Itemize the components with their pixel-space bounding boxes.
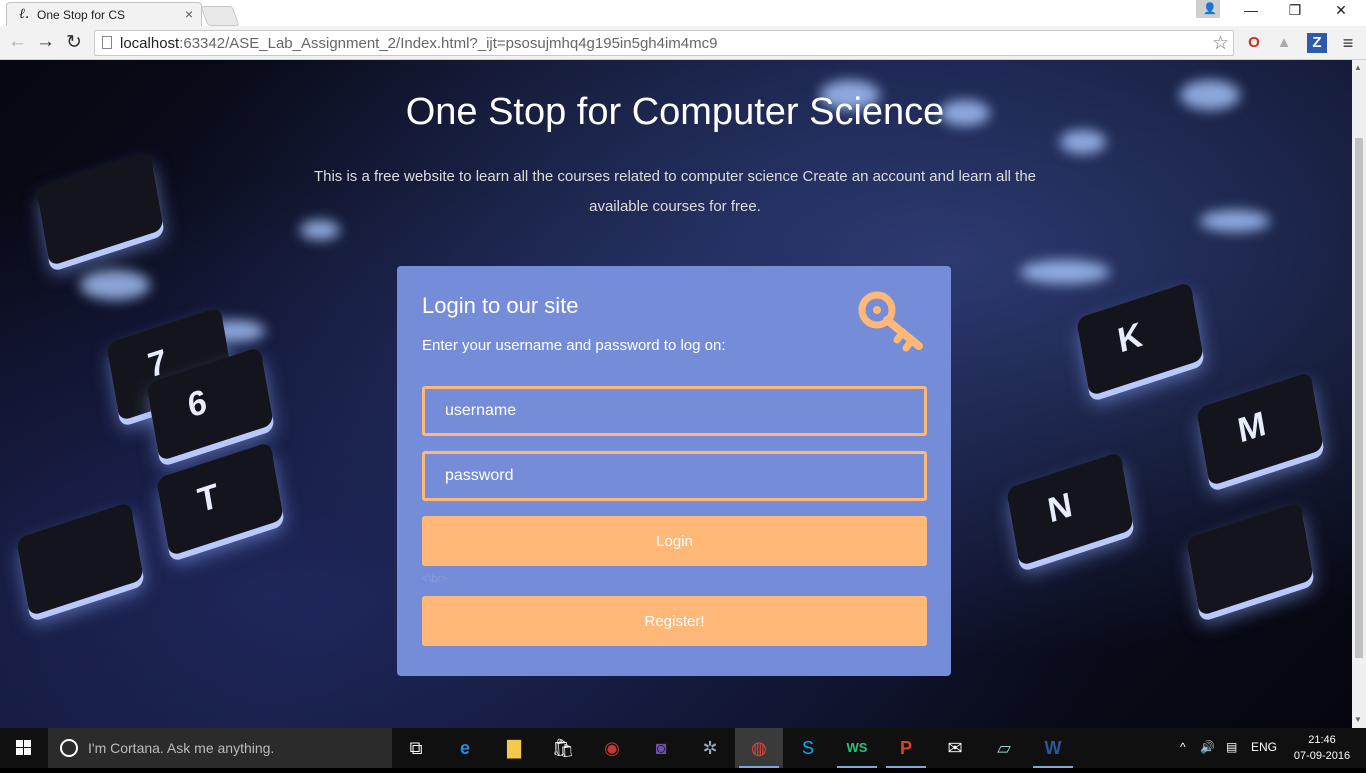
notification-icon[interactable]: ▤ [1226,740,1237,754]
login-title: Login to our site [422,293,579,318]
drive-extension-icon[interactable]: ▲ [1274,33,1294,53]
windows-logo-icon [16,740,31,755]
login-button[interactable]: Login [422,516,927,566]
opera-extension-icon[interactable]: O [1244,33,1264,53]
chrome-icon[interactable]: ◍ [735,728,783,768]
word-icon[interactable]: W [1029,728,1077,768]
edge-icon[interactable]: e [441,728,489,768]
key-label: 6 [185,382,210,426]
store-icon[interactable]: 🛍 [539,728,587,768]
favicon-icon: ℓ. [19,6,30,22]
reload-icon[interactable]: ↻ [66,31,82,54]
url-text[interactable]: localhost:63342/ASE_Lab_Assignment_2/Ind… [120,35,717,52]
back-arrow-icon[interactable]: ← [8,31,27,53]
menu-icon[interactable]: ≡ [1338,33,1358,53]
keyboard-key: N [1006,451,1134,567]
cortana-placeholder: I'm Cortana. Ask me anything. [88,740,275,756]
address-bar[interactable]: localhost:63342/ASE_Lab_Assignment_2/Ind… [94,30,1234,56]
keyboard-key [1186,501,1314,617]
key-label: K [1115,315,1146,361]
close-tab-icon[interactable]: × [185,6,193,22]
key-icon [858,291,923,352]
page-title: One Stop for Computer Science [405,91,945,133]
page-icon [102,36,112,49]
restore-button[interactable]: ❐ [1280,2,1310,22]
clock-time: 21:46 [1308,734,1336,746]
new-tab-button[interactable] [200,6,240,26]
app-compass-icon[interactable]: ◉ [588,728,636,768]
url-path: :63342/ASE_Lab_Assignment_2/Index.html?_… [179,35,718,52]
tray-chevron-icon[interactable]: ^ [1180,740,1186,754]
app-tree-icon[interactable]: ✲ [686,728,734,768]
skype-icon[interactable]: S [784,728,832,768]
cortana-icon [60,739,78,757]
login-panel: Login to our site Enter your username an… [397,266,951,676]
key-label: T [195,476,222,521]
clock-date: 07-09-2016 [1293,750,1351,762]
tab-one-stop[interactable]: ℓ. One Stop for CS × [6,2,202,26]
key-label: N [1045,485,1076,531]
clock[interactable]: 21:46 07-09-2016 [1290,732,1354,764]
keyboard-key: K [1076,281,1204,397]
scroll-thumb[interactable] [1355,138,1363,658]
powerpoint-icon[interactable]: P [882,728,930,768]
volume-icon[interactable]: 🔊 [1200,740,1215,754]
bookmark-star-icon[interactable]: ☆ [1212,32,1229,55]
scroll-down-icon[interactable]: ▼ [1354,715,1362,724]
stray-br-text: <\br> [422,573,448,585]
taskbar: I'm Cortana. Ask me anything. ⧉ e ▇ 🛍 ◉ … [0,728,1366,768]
url-host: localhost [120,35,180,52]
keyboard-key [16,501,144,617]
key-label: M [1235,404,1269,451]
start-button[interactable] [0,728,48,768]
close-window-button[interactable]: ✕ [1326,2,1356,22]
tab-title: One Stop for CS [37,8,126,22]
tab-strip: ℓ. One Stop for CS × 👤 — ❐ ✕ [0,0,1366,26]
task-view-icon[interactable]: ⧉ [392,728,440,768]
user-profile-icon[interactable]: 👤 [1196,0,1220,18]
zotero-extension-icon[interactable]: Z [1307,33,1327,53]
keyboard-key: T [156,441,284,557]
app-hub-icon[interactable]: ◙ [637,728,685,768]
username-field[interactable] [422,386,927,436]
page-scrollbar[interactable]: ▲ ▼ [1352,60,1366,728]
file-explorer-icon[interactable]: ▇ [490,728,538,768]
intro-text: This is a free website to learn all the … [313,168,1037,215]
password-field[interactable] [422,451,927,501]
app-notes-icon[interactable]: ▱ [980,728,1028,768]
minimize-button[interactable]: — [1236,2,1266,22]
language-indicator[interactable]: ENG [1251,740,1277,754]
register-button[interactable]: Register! [422,596,927,646]
cortana-search[interactable]: I'm Cortana. Ask me anything. [48,728,392,768]
login-description: Enter your username and password to log … [422,337,726,354]
scroll-up-icon[interactable]: ▲ [1354,63,1362,72]
forward-arrow-icon[interactable]: → [36,31,55,53]
keyboard-key: M [1196,371,1324,487]
mail-icon[interactable]: ✉ [931,728,979,768]
webstorm-icon[interactable]: WS [833,728,881,768]
keyboard-key [36,151,164,267]
